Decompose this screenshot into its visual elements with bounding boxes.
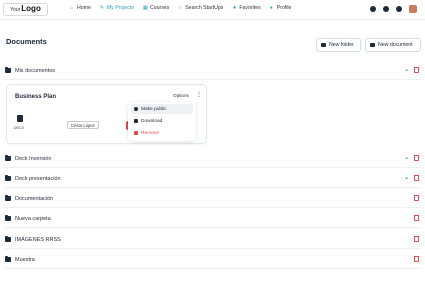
logo-small-text: Your bbox=[10, 7, 21, 13]
trash-icon[interactable] bbox=[414, 215, 419, 221]
menu-item-remove[interactable]: Remove bbox=[131, 128, 193, 138]
folder-icon bbox=[5, 195, 11, 201]
folder-row-deck-presentacion[interactable]: Deck presentación ⌄ bbox=[5, 170, 421, 188]
folder-icon bbox=[5, 175, 11, 181]
folder-row-deck-inversion[interactable]: Deck Inversión ⌄ bbox=[5, 150, 421, 168]
document-title: Business Plan bbox=[15, 94, 57, 100]
logo[interactable]: Your Logo bbox=[3, 3, 48, 16]
file-extension-label: DOCX bbox=[14, 126, 25, 130]
main-nav: ⌂ Home ✎ My Projects ▦ Courses ○ Search … bbox=[70, 5, 291, 11]
trash-icon bbox=[134, 131, 138, 135]
nav-label-home: Home bbox=[77, 5, 91, 11]
nav-item-my-projects[interactable]: ✎ My Projects bbox=[100, 5, 134, 11]
courses-icon: ▦ bbox=[142, 4, 148, 11]
folder-icon bbox=[5, 236, 11, 242]
trash-icon[interactable] bbox=[414, 195, 419, 201]
logo-big-text: Logo bbox=[21, 4, 41, 13]
folder-label: Muestra bbox=[15, 256, 35, 263]
trash-icon[interactable] bbox=[414, 155, 419, 161]
folder-row-mis-documentos[interactable]: Mis documentos ⌄ bbox=[5, 62, 421, 80]
author-chip: César López bbox=[67, 121, 99, 129]
folder-label: Documentación bbox=[15, 195, 54, 202]
menu-item-make-public[interactable]: Make public bbox=[131, 104, 193, 114]
user-icon: ● bbox=[269, 4, 273, 11]
new-folder-button[interactable]: New folder bbox=[316, 38, 361, 52]
star-icon: ★ bbox=[232, 4, 237, 11]
folder-actions: ⌄ bbox=[404, 175, 419, 181]
top-navbar: Your Logo ⌂ Home ✎ My Projects ▦ Courses… bbox=[0, 0, 425, 20]
folder-label: Deck Inversión bbox=[15, 155, 52, 162]
avatar[interactable] bbox=[409, 5, 417, 13]
folder-row-imagenes-rrss[interactable]: IMÁGENES RRSS bbox=[5, 231, 421, 249]
folder-icon bbox=[5, 155, 11, 161]
new-document-label: New document bbox=[378, 42, 413, 48]
projects-icon: ✎ bbox=[99, 4, 105, 11]
options-label[interactable]: Options bbox=[173, 93, 189, 98]
folder-label: Mis documentos bbox=[15, 67, 56, 74]
folder-row-muestra[interactable]: Muestra bbox=[5, 251, 421, 269]
folder-icon bbox=[5, 67, 11, 73]
folder-actions: ⌄ bbox=[404, 155, 419, 161]
trash-icon[interactable] bbox=[414, 175, 419, 181]
new-document-button[interactable]: New document bbox=[365, 38, 421, 52]
chat-icon[interactable] bbox=[370, 6, 376, 12]
chevron-down-icon[interactable]: ⌄ bbox=[404, 67, 409, 73]
search-icon: ○ bbox=[178, 4, 182, 11]
nav-label-favorites: Favorites bbox=[239, 5, 261, 11]
folder-label: IMÁGENES RRSS bbox=[15, 236, 61, 243]
options-dropdown: Make public Download Remove bbox=[128, 102, 196, 141]
folder-row-nueva-carpeta[interactable]: Nueva carpeta bbox=[5, 210, 421, 228]
folder-actions: ⌄ bbox=[404, 67, 419, 73]
grid-icon[interactable] bbox=[383, 6, 389, 12]
document-file-icon bbox=[16, 115, 24, 124]
menu-label-make-public: Make public bbox=[141, 106, 167, 112]
folder-actions bbox=[414, 236, 419, 242]
trash-icon[interactable] bbox=[414, 67, 419, 73]
kebab-menu-icon[interactable]: ⋮ bbox=[196, 91, 202, 98]
menu-label-remove: Remove bbox=[141, 130, 159, 136]
nav-label-profile: Profile bbox=[276, 5, 292, 11]
new-folder-label: New folder bbox=[329, 42, 354, 48]
eye-icon bbox=[134, 107, 138, 111]
page-title: Documents bbox=[6, 37, 47, 46]
chevron-down-icon[interactable]: ⌄ bbox=[404, 155, 409, 161]
document-plus-icon bbox=[370, 43, 375, 47]
nav-item-home[interactable]: ⌂ Home bbox=[70, 5, 91, 11]
folder-actions bbox=[414, 195, 419, 201]
nav-item-favorites[interactable]: ★ Favorites bbox=[232, 5, 260, 11]
menu-item-download[interactable]: Download bbox=[131, 116, 193, 126]
folder-actions bbox=[414, 256, 419, 262]
folder-row-documentacion[interactable]: Documentación bbox=[5, 190, 421, 208]
top-right-actions bbox=[370, 5, 417, 13]
nav-label-courses: Courses bbox=[149, 5, 170, 11]
nav-item-profile[interactable]: ● Profile bbox=[270, 5, 292, 11]
nav-item-courses[interactable]: ▦ Courses bbox=[143, 5, 169, 11]
folder-icon bbox=[5, 256, 11, 262]
folder-actions bbox=[414, 215, 419, 221]
folder-label: Deck presentación bbox=[15, 175, 61, 182]
folder-plus-icon bbox=[321, 43, 326, 47]
folder-label: Nueva carpeta bbox=[15, 215, 51, 222]
chevron-down-icon[interactable]: ⌄ bbox=[404, 175, 409, 181]
menu-label-download: Download bbox=[141, 118, 163, 124]
nav-label-my-projects: My Projects bbox=[106, 5, 134, 11]
home-icon: ⌂ bbox=[70, 4, 74, 11]
bell-icon[interactable] bbox=[396, 6, 402, 12]
folder-icon bbox=[5, 215, 11, 221]
trash-icon[interactable] bbox=[414, 236, 419, 242]
lock-icon bbox=[134, 119, 138, 123]
nav-item-search-startups[interactable]: ○ Search StartUps bbox=[178, 5, 223, 11]
trash-icon[interactable] bbox=[414, 256, 419, 262]
nav-label-search-startups: Search StartUps bbox=[185, 5, 224, 11]
